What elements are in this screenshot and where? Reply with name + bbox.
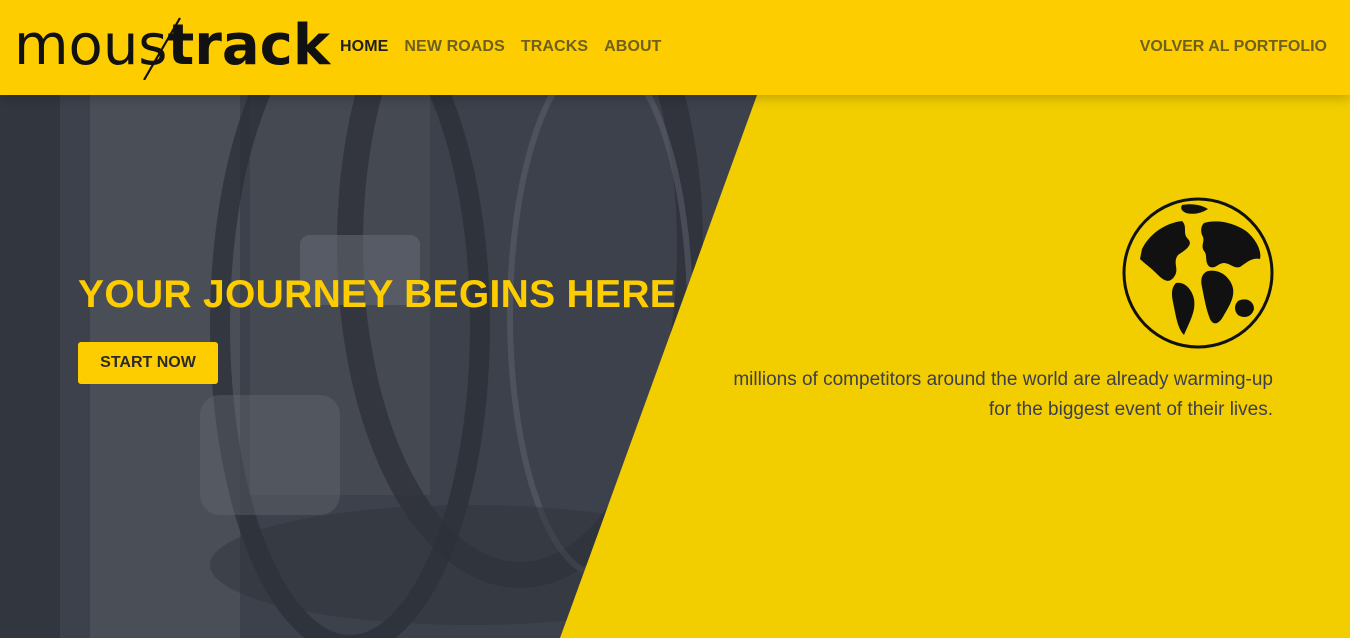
globe-icon (1122, 197, 1274, 349)
start-now-button[interactable]: START NOW (78, 342, 218, 384)
tagline-line-2: for the biggest event of their lives. (988, 399, 1273, 420)
hero-section: YOUR JOURNEY BEGINS HERE START NOW milli… (0, 95, 1350, 638)
nav-about[interactable]: ABOUT (604, 38, 661, 56)
nav-new-roads[interactable]: NEW ROADS (404, 38, 504, 56)
hero-tagline: millions of competitors around the world… (633, 365, 1273, 425)
site-header: moustrack HOME NEW ROADS TRACKS ABOUT VO… (0, 0, 1350, 95)
nav-tracks[interactable]: TRACKS (521, 38, 588, 56)
back-to-portfolio-link[interactable]: VOLVER AL PORTFOLIO (1140, 38, 1327, 56)
nav-home[interactable]: HOME (340, 38, 388, 56)
hero-title: YOUR JOURNEY BEGINS HERE (78, 273, 677, 316)
tagline-line-1: millions of competitors around the world… (733, 369, 1273, 390)
main-nav: HOME NEW ROADS TRACKS ABOUT (340, 38, 662, 56)
moustrack-logo[interactable]: moustrack (14, 14, 330, 80)
logo-slash-icon (143, 17, 181, 80)
